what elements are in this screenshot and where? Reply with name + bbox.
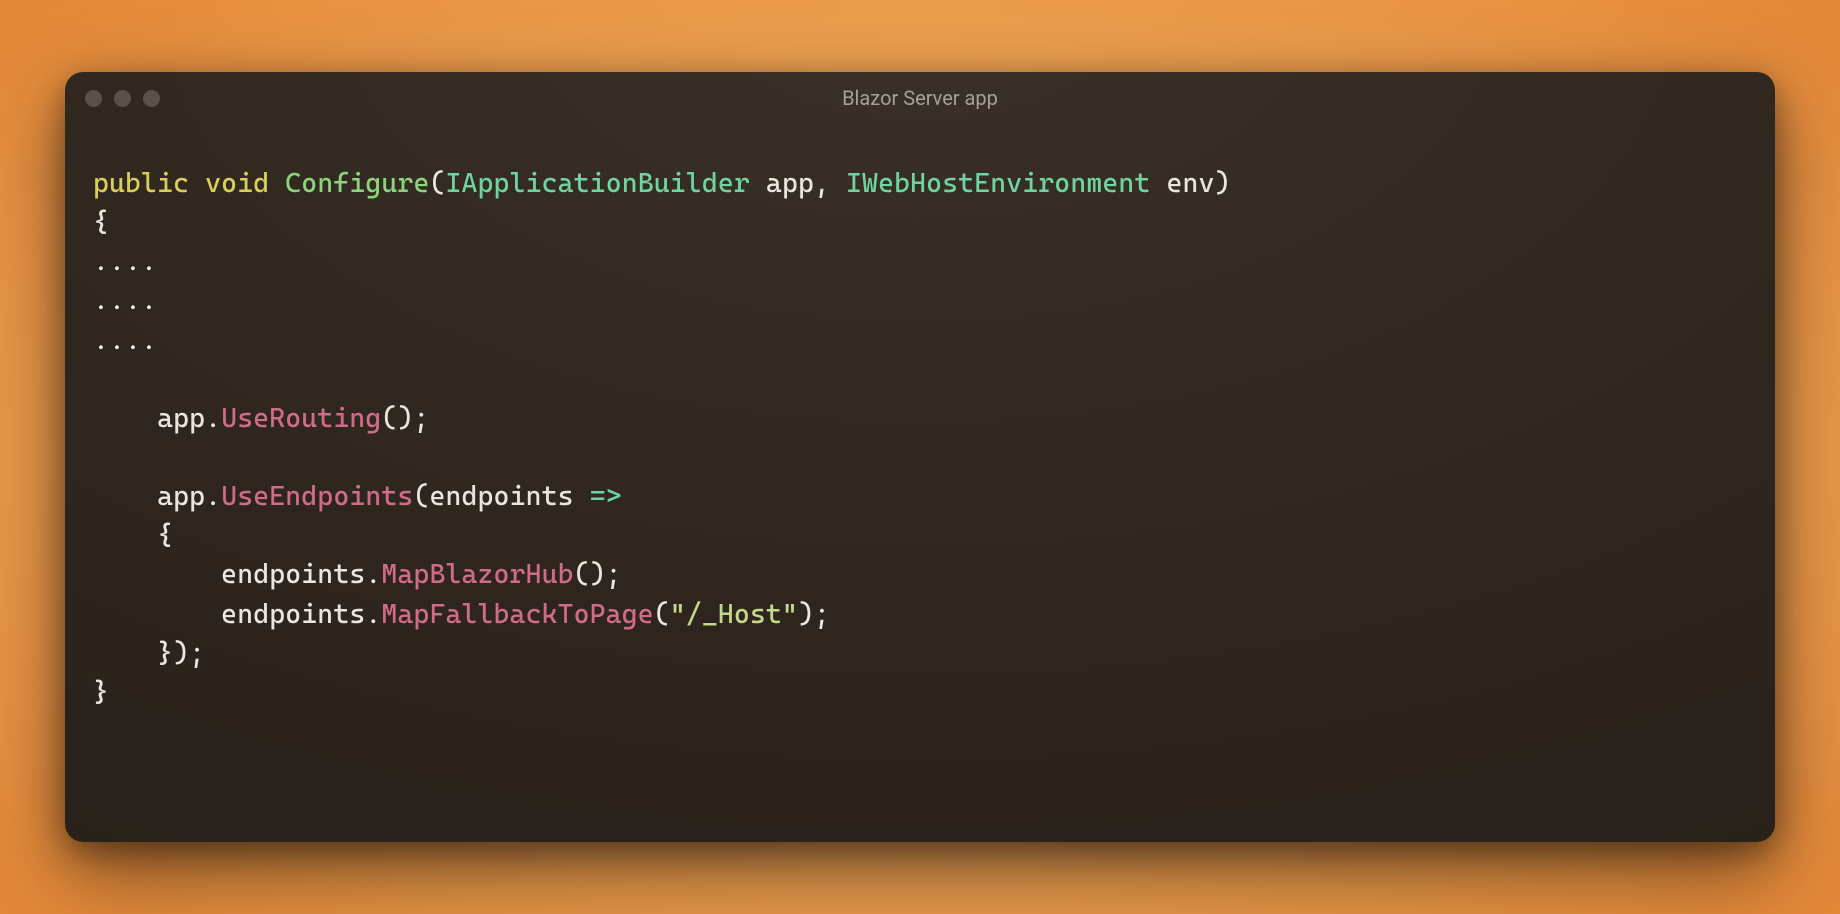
paren-open: ( — [654, 599, 670, 630]
traffic-lights — [85, 90, 160, 107]
minimize-icon[interactable] — [114, 90, 131, 107]
identifier-app: app — [157, 403, 205, 434]
identifier-endpoints: endpoints — [221, 599, 365, 630]
block-close: }); — [157, 638, 205, 669]
ellipsis-line: .... — [93, 246, 157, 277]
paren-open: ( — [429, 168, 445, 199]
paren-open: ( — [413, 481, 429, 512]
function-configure: Configure — [285, 168, 429, 199]
brace-open: { — [93, 207, 109, 238]
keyword-void: void — [205, 168, 269, 199]
call-close: ); — [798, 599, 830, 630]
dot: . — [365, 599, 381, 630]
titlebar: Blazor Server app — [65, 72, 1775, 124]
identifier-env: env — [1166, 168, 1214, 199]
call-empty: (); — [574, 559, 622, 590]
method-userouting: UseRouting — [221, 403, 381, 434]
identifier-endpoints: endpoints — [429, 481, 573, 512]
ellipsis-line: .... — [93, 285, 157, 316]
brace-close: } — [93, 677, 109, 708]
dot: . — [365, 559, 381, 590]
code-window: Blazor Server app public void Configure(… — [65, 72, 1775, 842]
identifier-app: app — [157, 481, 205, 512]
maximize-icon[interactable] — [143, 90, 160, 107]
code-area[interactable]: public void Configure(IApplicationBuilde… — [65, 124, 1775, 842]
identifier-endpoints: endpoints — [221, 559, 365, 590]
string-hostpath: "/_Host" — [670, 599, 798, 630]
lambda-arrow: => — [590, 481, 622, 512]
close-icon[interactable] — [85, 90, 102, 107]
window-title: Blazor Server app — [65, 86, 1775, 110]
identifier-app: app — [766, 168, 814, 199]
method-mapblazorhub: MapBlazorHub — [381, 559, 573, 590]
type-iapplicationbuilder: IApplicationBuilder — [446, 168, 750, 199]
ellipsis-line: .... — [93, 325, 157, 356]
paren-close: ) — [1215, 168, 1231, 199]
type-iwebhostenvironment: IWebHostEnvironment — [846, 168, 1150, 199]
method-mapfallbacktopage: MapFallbackToPage — [381, 599, 653, 630]
dot: . — [205, 481, 221, 512]
method-useendpoints: UseEndpoints — [221, 481, 413, 512]
dot: . — [205, 403, 221, 434]
keyword-public: public — [93, 168, 189, 199]
call-empty: (); — [381, 403, 429, 434]
brace-open: { — [157, 520, 173, 551]
comma: , — [814, 168, 846, 199]
